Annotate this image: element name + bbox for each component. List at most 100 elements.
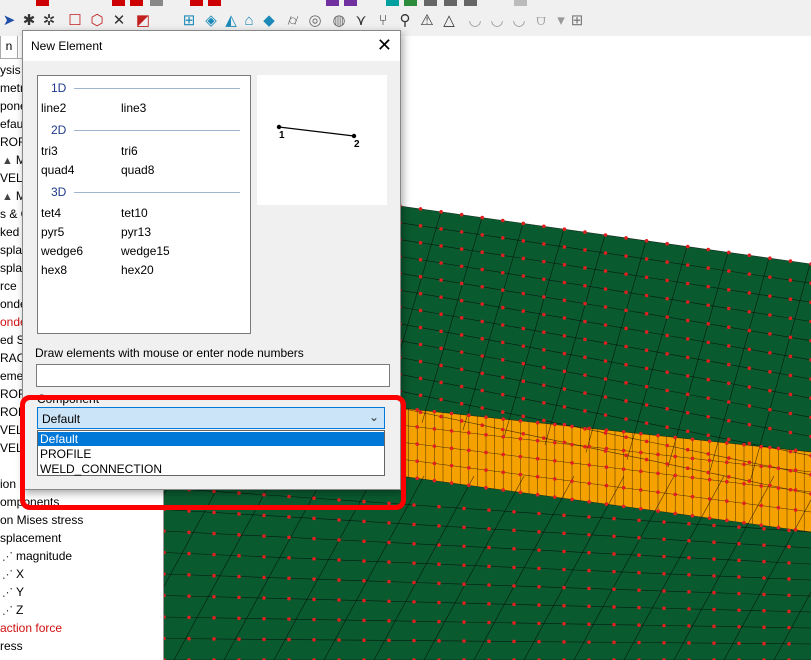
tree-item-label: magnitude (16, 549, 73, 563)
toolbar-icon[interactable] (150, 0, 163, 6)
element-type-tri3[interactable]: tri3 (41, 144, 58, 158)
element-preview: 1 2 (257, 75, 387, 205)
line2-preview-drawing (276, 124, 357, 139)
group-label-3d: 3D (51, 185, 67, 199)
shape-icon[interactable]: ⌂ (240, 12, 258, 30)
toolbar-icon[interactable] (326, 0, 339, 6)
tree-item-label: rce (0, 279, 17, 293)
toolbar-icon[interactable] (404, 0, 417, 6)
sphere-icon[interactable]: ◍ (330, 12, 348, 30)
torus-icon[interactable]: ◎ (306, 12, 324, 30)
tree-item[interactable]: ⋰ Y (2, 583, 24, 601)
group-divider (74, 130, 240, 131)
toolbar-icon[interactable] (464, 0, 477, 6)
element-type-quad4[interactable]: quad4 (41, 163, 74, 177)
element-type-tet4[interactable]: tet4 (41, 206, 61, 220)
element-type-pyr13[interactable]: pyr13 (121, 225, 151, 239)
node-star-icon[interactable]: ✱ (20, 12, 38, 30)
tree-item-label: spla (0, 261, 23, 275)
tree-item-label: spla (0, 243, 23, 257)
box-icon[interactable]: ◩ (134, 12, 152, 30)
tree-item[interactable]: rce (0, 277, 17, 295)
triangle-outline-icon[interactable]: △ (440, 12, 458, 30)
tree-item[interactable]: ion (0, 475, 16, 493)
toolbar-icon[interactable] (344, 0, 357, 6)
toolbar-icon[interactable] (208, 0, 221, 6)
cup-icon[interactable]: ⩌ (532, 12, 550, 30)
preview-node-1: 1 (279, 130, 285, 141)
tree-item[interactable]: efau (0, 115, 23, 133)
element-type-wedge6[interactable]: wedge6 (41, 244, 83, 258)
merge-icon[interactable]: ⋎ (352, 12, 370, 30)
shape-icon[interactable]: ◭ (222, 12, 240, 30)
dialog-titlebar[interactable]: New Element ✕ (23, 31, 400, 61)
tree-item[interactable]: eme (0, 367, 23, 385)
tree-item[interactable]: ⋰ Z (2, 601, 23, 619)
toolbar-icon[interactable] (190, 0, 203, 6)
mesh-icon[interactable]: ⚲ (396, 12, 414, 30)
split-icon[interactable]: ⊞ (180, 12, 198, 30)
toolbar-icon[interactable] (424, 0, 437, 6)
shape-icon[interactable]: ◈ (202, 12, 220, 30)
node-numbers-input[interactable] (36, 364, 390, 387)
group-label-2d: 2D (51, 123, 67, 137)
main-toolbar-top (0, 0, 811, 8)
element-type-line3[interactable]: line3 (121, 101, 146, 115)
tree-item[interactable]: on Mises stress (0, 511, 83, 529)
tree-item[interactable]: spla (0, 241, 22, 259)
triangle-icon[interactable]: ⚠ (418, 12, 436, 30)
material-icon: ▲ (2, 191, 13, 203)
shape-icon[interactable]: ◆ (260, 12, 278, 30)
tree-item-label: ress (0, 639, 23, 653)
tree-item[interactable]: ⋰ X (2, 565, 24, 583)
group-divider (74, 192, 240, 193)
element-type-hex20[interactable]: hex20 (121, 263, 154, 277)
element-type-tri6[interactable]: tri6 (121, 144, 138, 158)
toolbar-icon[interactable] (36, 0, 49, 6)
material-icon: ▲ (2, 155, 13, 167)
result-icon: ⋰ (2, 551, 13, 563)
pointer-icon[interactable]: ➤ (0, 12, 18, 30)
element-type-tet10[interactable]: tet10 (121, 206, 148, 220)
toolbar-icon[interactable] (112, 0, 125, 6)
toolbar-icon[interactable] (444, 0, 457, 6)
tree-item-label: efau (0, 117, 24, 131)
fork-icon[interactable]: ⑂ (374, 12, 392, 30)
element-type-pyr5[interactable]: pyr5 (41, 225, 64, 239)
result-icon: ⋰ (2, 605, 13, 617)
delete-icon[interactable]: ✕ (110, 12, 128, 30)
tree-item-label: Y (16, 585, 25, 599)
element-type-quad8[interactable]: quad8 (121, 163, 154, 177)
tree-item-label: action force (0, 621, 63, 635)
result-icon: ⋰ (2, 587, 13, 599)
element-type-list[interactable]: 1D line2 line3 2D tri3 tri6 quad4 quad8 … (37, 75, 251, 334)
highlight-annotation (20, 395, 406, 510)
tree-item[interactable]: spla (0, 259, 22, 277)
toolbar-icon[interactable] (514, 0, 527, 6)
cylinder-icon[interactable]: ⌭ (284, 12, 302, 30)
bowl-icon[interactable]: ◡ (488, 12, 506, 30)
instruction-text: Draw elements with mouse or enter node n… (35, 346, 304, 360)
toolbar-icon[interactable] (386, 0, 399, 6)
bowl-icon[interactable]: ◡ (510, 12, 528, 30)
node-add-icon[interactable]: ✲ (40, 12, 58, 30)
bowl-icon[interactable]: ◡ (466, 12, 484, 30)
group-label-1d: 1D (51, 81, 67, 95)
tree-item-label: splacement (0, 531, 62, 545)
tree-item[interactable]: splacement (0, 529, 61, 547)
cube-icon[interactable]: ⬡ (88, 12, 106, 30)
element-type-wedge15[interactable]: wedge15 (121, 244, 170, 258)
tree-item-label: X (16, 567, 25, 581)
tree-item[interactable]: ress (0, 637, 23, 655)
tree-tab[interactable]: n (0, 36, 18, 59)
element-type-hex8[interactable]: hex8 (41, 263, 67, 277)
tree-item[interactable]: ⋰ magnitude (2, 547, 72, 565)
close-icon[interactable]: ✕ (377, 35, 392, 55)
grid-icon[interactable]: ⊞ (568, 12, 586, 30)
tree-item[interactable]: action force (0, 619, 62, 637)
toolbar-icon[interactable] (130, 0, 143, 6)
element-type-line2[interactable]: line2 (41, 101, 66, 115)
tree-item-label: on Mises stress (0, 513, 84, 527)
tree-item-label: eme (0, 369, 24, 383)
square-icon[interactable]: ☐ (66, 12, 84, 30)
